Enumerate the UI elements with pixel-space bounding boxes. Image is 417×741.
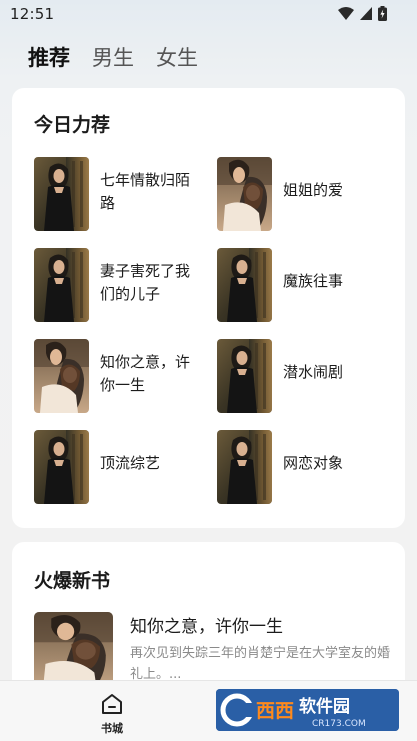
featured-book-title[interactable]: 知你之意，许你一生 <box>130 612 283 637</box>
book-cover <box>217 339 272 413</box>
book-title: 顶流综艺 <box>100 454 161 472</box>
book-cover <box>34 248 89 322</box>
book-item[interactable]: 顶流综艺 <box>34 430 204 505</box>
book-title: 姐姐的爱 <box>283 181 344 199</box>
book-item[interactable]: 网恋对象 <box>217 430 387 505</box>
book-title: 魔族往事 <box>283 272 344 290</box>
book-item[interactable]: 七年情散归陌路 <box>34 157 204 232</box>
book-item[interactable]: 妻子害死了我们的儿子 <box>34 248 204 323</box>
battery-charging-icon <box>378 6 387 21</box>
book-cover <box>217 430 272 504</box>
book-title: 网恋对象 <box>283 454 344 472</box>
book-item[interactable]: 魔族往事 <box>217 248 387 323</box>
book-title: 知你之意，许你一生 <box>100 353 191 394</box>
nav-bookstore-label: 书城 <box>101 722 123 735</box>
today-picks-card: 今日力荐 七年情散归陌路 姐姐的爱 妻子害死了我们的儿子 魔族往事 知你之意，许… <box>12 88 405 528</box>
wifi-icon <box>338 7 354 20</box>
category-tabs: 推荐 男生 女生 <box>28 42 198 72</box>
book-cover <box>34 339 89 413</box>
book-title: 潜水闹剧 <box>283 363 344 381</box>
cellular-signal-icon <box>360 7 372 20</box>
home-icon <box>100 694 124 719</box>
svg-text:软件园: 软件园 <box>299 696 350 717</box>
book-cover <box>217 248 272 322</box>
book-cover <box>34 430 89 504</box>
book-cover <box>34 157 89 231</box>
status-bar: 12:51 <box>0 0 417 28</box>
book-title: 七年情散归陌路 <box>100 171 191 212</box>
status-time: 12:51 <box>10 5 55 23</box>
nav-bookstore[interactable]: 书城 <box>96 693 128 736</box>
status-icons <box>338 6 387 21</box>
book-title: 妻子害死了我们的儿子 <box>100 262 191 303</box>
watermark-logo: 西西 软件园 CR173.COM <box>216 689 399 731</box>
tab-male[interactable]: 男生 <box>92 42 134 72</box>
book-item[interactable]: 姐姐的爱 <box>217 157 387 232</box>
section-title-hot-new: 火爆新书 <box>34 570 111 592</box>
svg-text:CR173.COM: CR173.COM <box>312 719 366 729</box>
book-item[interactable]: 潜水闹剧 <box>217 339 387 414</box>
tab-female[interactable]: 女生 <box>156 42 198 72</box>
section-title-today-picks: 今日力荐 <box>34 114 111 136</box>
book-cover <box>217 157 272 231</box>
book-item[interactable]: 知你之意，许你一生 <box>34 339 204 414</box>
featured-book-description: 再次见到失踪三年的肖楚宁是在大学室友的婚礼上。... <box>130 646 391 682</box>
svg-text:西西: 西西 <box>256 700 294 722</box>
tab-recommended[interactable]: 推荐 <box>28 42 70 72</box>
